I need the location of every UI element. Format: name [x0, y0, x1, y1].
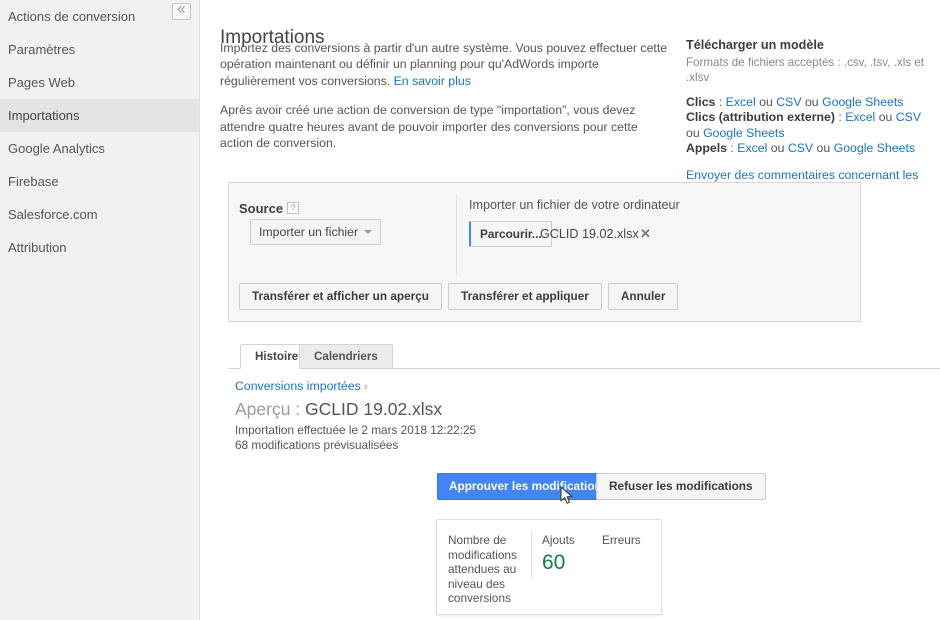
sidebar-item-1[interactable]: Paramètres	[0, 33, 199, 66]
template-row-0: Clics : Excel ou CSV ou Google Sheets	[686, 95, 931, 111]
template-row-separator: :	[715, 94, 726, 109]
learn-more-link[interactable]: En savoir plus	[394, 74, 471, 88]
tab-bar: Histoire Calendriers	[228, 344, 940, 369]
template-download-panel: Télécharger un modèle Formats de fichier…	[686, 38, 931, 199]
approve-changes-button[interactable]: Approuver les modifications	[437, 473, 621, 500]
sidebar-item-label: Actions de conversion	[8, 9, 136, 24]
template-link-1-1[interactable]: CSV	[896, 110, 921, 124]
sidebar-item-2[interactable]: Pages Web	[0, 66, 199, 99]
import-meta: Importation effectuée le 2 mars 2018 12:…	[235, 423, 476, 452]
sidebar: Actions de conversion Paramètres Pages Web…	[0, 0, 200, 620]
stats-col-errors: Erreurs	[602, 533, 657, 550]
sidebar-item-0[interactable]: Actions de conversion	[0, 0, 199, 33]
intro-text-block: Importez des conversions à partir d'un a…	[220, 40, 670, 164]
sidebar-item-list: Actions de conversion Paramètres Pages Web…	[0, 0, 199, 264]
template-link-2-1[interactable]: CSV	[788, 141, 813, 155]
upload-label: Importer un fichier de votre ordinateur	[469, 198, 680, 212]
template-row-joiner: ou	[686, 125, 704, 140]
stats-col-errors-label: Erreurs	[602, 533, 641, 547]
template-accepted-formats: Formats de fichiers acceptés : .csv, .ts…	[686, 55, 924, 85]
main-content: Importations Importez des conversions à …	[201, 0, 940, 620]
panel-action-button-2[interactable]: Annuler	[607, 283, 679, 310]
sidebar-item-label: Firebase	[8, 174, 59, 189]
preview-title: Aperçu : GCLID 19.02.xlsx	[235, 399, 442, 420]
template-row-joiner: ou	[813, 141, 834, 155]
sidebar-item-6[interactable]: Salesforce.com	[0, 198, 199, 231]
intro-paragraph-2: Après avoir créé une action de conversio…	[220, 103, 638, 151]
preview-title-prefix: Aperçu :	[235, 399, 306, 419]
template-row-joiner: ou	[875, 110, 896, 124]
close-icon[interactable]: ✕	[640, 223, 651, 245]
tab-calendriers[interactable]: Calendriers	[299, 344, 393, 369]
template-row-joiner: ou	[755, 94, 777, 109]
sidebar-collapse-button[interactable]	[172, 3, 191, 20]
selected-file-name: GCLID 19.02.xlsx	[540, 227, 639, 241]
sidebar-item-label: Attribution	[8, 240, 67, 255]
template-row-label: Clics (attribution externe)	[686, 110, 835, 124]
import-change-count: 68 modifications prévisualisées	[235, 437, 399, 452]
sidebar-item-4[interactable]: Google Analytics	[0, 132, 199, 165]
preview-title-filename: GCLID 19.02.xlsx	[305, 399, 443, 419]
template-row-joiner: ou	[801, 94, 823, 109]
stats-col-changes: Nombre de modifications attendues au niv…	[448, 533, 520, 606]
panel-action-buttons: Transférer et afficher un aperçu Transfér…	[239, 283, 684, 310]
template-link-1-0[interactable]: Excel	[845, 110, 875, 124]
source-panel: Source? Importer un fichier Importer un …	[228, 182, 861, 322]
panel-divider	[456, 195, 457, 275]
import-date: Importation effectuée le 2 mars 2018 12:…	[235, 423, 477, 437]
chevron-right-icon: ›	[363, 381, 368, 393]
template-link-2-0[interactable]: Excel	[737, 141, 767, 155]
app-root: Actions de conversion Paramètres Pages Web…	[0, 0, 940, 620]
sidebar-item-7[interactable]: Attribution	[0, 231, 199, 264]
sidebar-item-label: Pages Web	[8, 75, 75, 90]
template-row-label: Appels	[686, 141, 727, 155]
template-panel-title: Télécharger un modèle	[686, 38, 824, 52]
sidebar-item-3[interactable]: Importations	[0, 99, 199, 132]
stats-col-changes-label: Nombre de modifications attendues au niv…	[448, 533, 517, 606]
sidebar-item-label: Importations	[8, 108, 80, 123]
template-link-1-2[interactable]: Google Sheets	[703, 126, 784, 140]
intro-paragraph-1: Importez des conversions à partir d'un a…	[220, 40, 670, 89]
template-row-separator: :	[727, 141, 738, 155]
source-select-value: Importer un fichier	[259, 225, 359, 239]
source-label: Source?	[239, 201, 300, 216]
reject-changes-button[interactable]: Refuser les modifications	[596, 473, 766, 500]
template-row-1: Clics (attribution externe) : Excel ou C…	[686, 110, 931, 141]
template-link-0-1[interactable]: CSV	[776, 95, 801, 109]
template-rows: Clics : Excel ou CSV ou Google Sheets Cli…	[686, 95, 931, 157]
stats-col-adds: Ajouts 60	[542, 533, 597, 576]
stats-card: Nombre de modifications attendues au niv…	[436, 519, 662, 615]
template-link-0-2[interactable]: Google Sheets	[822, 95, 903, 109]
sidebar-item-label: Paramètres	[8, 42, 76, 57]
question-mark-icon[interactable]: ?	[287, 202, 300, 214]
source-select[interactable]: Importer un fichier	[250, 219, 382, 245]
stats-col-adds-value: 60	[542, 550, 566, 574]
template-link-2-2[interactable]: Google Sheets	[834, 141, 915, 155]
source-label-text: Source	[239, 201, 284, 216]
sidebar-item-label: Salesforce.com	[8, 207, 98, 222]
sidebar-item-5[interactable]: Firebase	[0, 165, 199, 198]
breadcrumb[interactable]: Conversions importées ›	[235, 379, 367, 393]
chevron-down-icon	[364, 230, 373, 234]
template-row-joiner: ou	[767, 141, 788, 155]
template-link-0-0[interactable]: Excel	[726, 95, 756, 109]
panel-action-button-1[interactable]: Transférer et appliquer	[448, 283, 602, 310]
stats-divider	[531, 530, 532, 578]
template-row-separator: :	[834, 110, 846, 124]
sidebar-item-label: Google Analytics	[8, 141, 105, 156]
breadcrumb-label: Conversions importées	[235, 379, 361, 393]
chevrons-left-icon	[177, 5, 185, 14]
template-row-label: Clics	[686, 94, 716, 109]
panel-action-button-0[interactable]: Transférer et afficher un aperçu	[239, 283, 443, 310]
template-row-2: Appels : Excel ou CSV ou Google Sheets	[686, 141, 931, 157]
stats-col-adds-label: Ajouts	[542, 533, 575, 547]
